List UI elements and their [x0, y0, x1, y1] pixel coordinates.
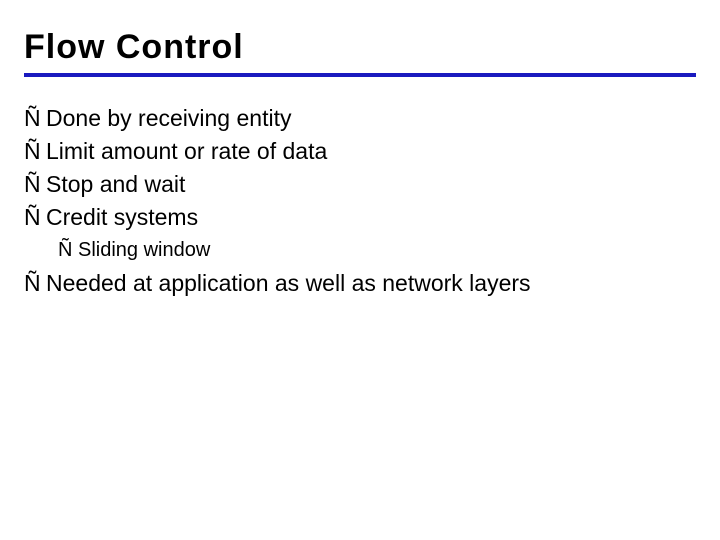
list-item: Ñ Limit amount or rate of data	[24, 136, 696, 167]
title-block: Flow Control	[24, 28, 696, 77]
sub-list-item: Ñ Sliding window	[58, 237, 696, 264]
list-item: Ñ Done by receiving entity	[24, 103, 696, 134]
bullet-icon: Ñ	[24, 169, 46, 200]
slide-content: Ñ Done by receiving entity Ñ Limit amoun…	[24, 91, 696, 299]
list-item: Ñ Stop and wait	[24, 169, 696, 200]
bullet-icon: Ñ	[24, 268, 46, 299]
bullet-icon: Ñ	[24, 136, 46, 167]
list-item-text: Needed at application as well as network…	[46, 268, 696, 299]
slide-title: Flow Control	[24, 28, 696, 73]
list-item-text: Limit amount or rate of data	[46, 136, 696, 167]
title-underline	[24, 73, 696, 77]
bullet-icon: Ñ	[24, 103, 46, 134]
bullet-icon: Ñ	[58, 237, 78, 264]
list-item: Ñ Needed at application as well as netwo…	[24, 268, 696, 299]
sub-list-item-text: Sliding window	[78, 237, 696, 264]
list-item: Ñ Credit systems	[24, 202, 696, 233]
list-item-text: Stop and wait	[46, 169, 696, 200]
list-item-text: Credit systems	[46, 202, 696, 233]
bullet-icon: Ñ	[24, 202, 46, 233]
list-item-text: Done by receiving entity	[46, 103, 696, 134]
